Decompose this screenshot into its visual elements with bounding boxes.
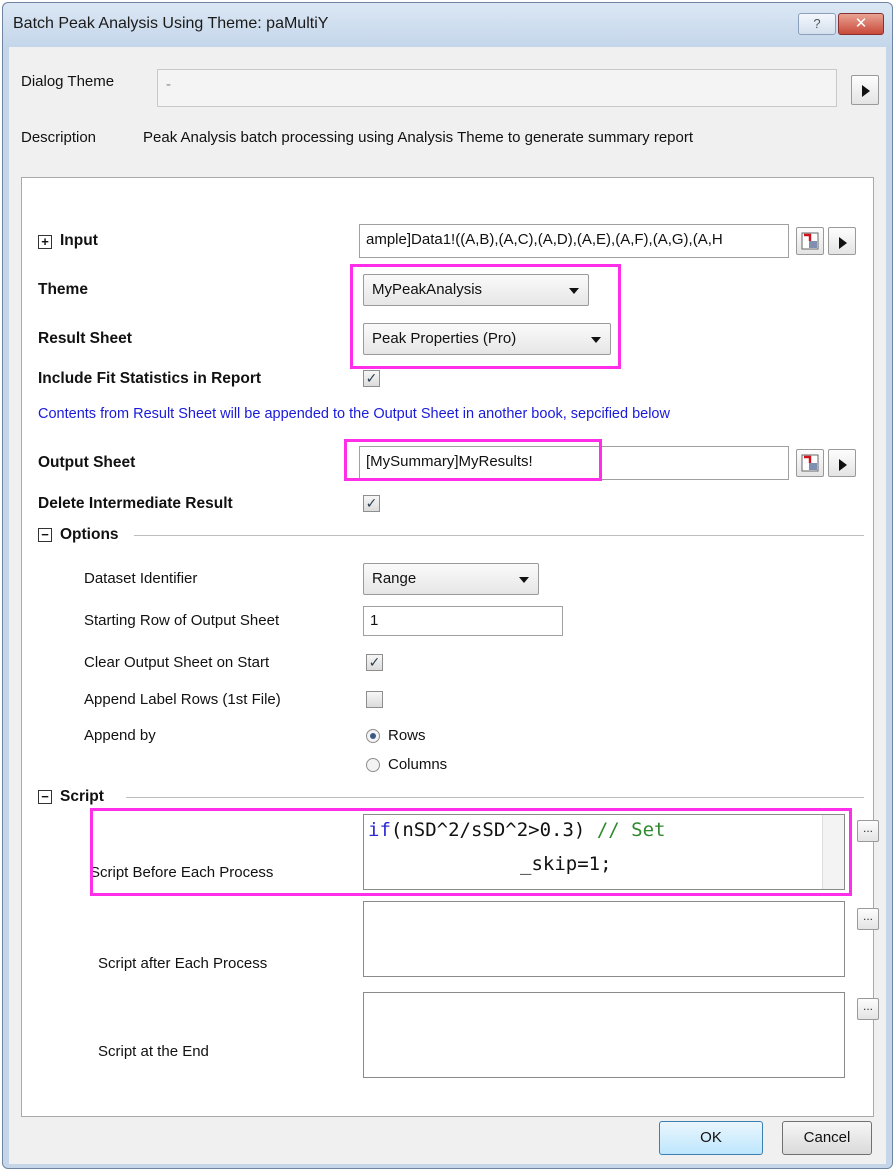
description-label: Description xyxy=(21,129,97,146)
append-by-rows-radio[interactable] xyxy=(366,729,380,743)
delete-intermediate-label: Delete Intermediate Result xyxy=(38,495,233,512)
clear-output-label: Clear Output Sheet on Start xyxy=(84,654,270,671)
input-value: ample]Data1!((A,B),(A,C),(A,D),(A,E),(A,… xyxy=(366,231,723,248)
dialog-theme-label: Dialog Theme xyxy=(21,73,115,90)
script-group-label: Script xyxy=(60,788,104,805)
script-before-ellipsis-button[interactable]: ... xyxy=(857,820,879,842)
starting-row-field[interactable]: 1 xyxy=(363,606,563,636)
script-end-label: Script at the End xyxy=(98,1043,209,1060)
starting-row-label: Starting Row of Output Sheet xyxy=(84,612,280,629)
delete-intermediate-checkbox[interactable]: ✓ xyxy=(363,495,380,512)
close-button[interactable]: ✕ xyxy=(838,13,884,35)
output-sheet-menu-button[interactable] xyxy=(828,449,856,477)
append-by-columns-label: Columns xyxy=(388,756,448,773)
select-range-icon xyxy=(801,232,819,250)
include-fit-stats-checkbox[interactable]: ✓ xyxy=(363,370,380,387)
output-note-text: Contents from Result Sheet will be appen… xyxy=(38,406,670,422)
ok-button[interactable]: OK xyxy=(659,1121,763,1155)
input-field[interactable]: ample]Data1!((A,B),(A,C),(A,D),(A,E),(A,… xyxy=(359,224,789,258)
script-highlight-box xyxy=(90,808,852,896)
description-text: Peak Analysis batch processing using Ana… xyxy=(143,129,694,146)
append-label-rows-checkbox[interactable] xyxy=(366,691,383,708)
script-after-editor[interactable] xyxy=(363,901,845,977)
theme-highlight-box xyxy=(350,264,621,369)
dialog-theme-field[interactable]: - xyxy=(157,69,837,107)
include-fit-stats-label: Include Fit Statistics in Report xyxy=(38,370,262,387)
input-menu-button[interactable] xyxy=(828,227,856,255)
script-collapse-icon[interactable]: − xyxy=(38,790,52,804)
append-by-label: Append by xyxy=(84,727,156,744)
script-end-ellipsis-button[interactable]: ... xyxy=(857,998,879,1020)
script-after-label: Script after Each Process xyxy=(98,955,268,972)
append-label-rows-label: Append Label Rows (1st File) xyxy=(84,691,281,708)
theme-label: Theme xyxy=(38,281,88,298)
append-by-rows-label: Rows xyxy=(388,727,426,744)
dialog-client: Dialog Theme - Description Peak Analysis… xyxy=(9,47,886,1164)
window-title: Batch Peak Analysis Using Theme: paMulti… xyxy=(13,15,329,32)
output-sheet-select-button[interactable] xyxy=(796,449,824,477)
options-collapse-icon[interactable]: − xyxy=(38,528,52,542)
result-sheet-label: Result Sheet xyxy=(38,330,132,347)
options-divider xyxy=(134,535,864,536)
output-sheet-label: Output Sheet xyxy=(38,454,136,471)
options-group-label: Options xyxy=(60,526,119,543)
append-by-columns-radio[interactable] xyxy=(366,758,380,772)
cancel-button[interactable]: Cancel xyxy=(782,1121,872,1155)
help-button[interactable]: ? xyxy=(798,13,836,35)
settings-panel: + Input ample]Data1!((A,B),(A,C),(A,D),(… xyxy=(21,177,879,1117)
input-label: Input xyxy=(60,232,98,249)
starting-row-value: 1 xyxy=(370,612,379,629)
input-expand-icon[interactable]: + xyxy=(38,235,52,249)
title-bar: Batch Peak Analysis Using Theme: paMulti… xyxy=(3,3,892,47)
clear-output-checkbox[interactable]: ✓ xyxy=(366,654,383,671)
input-select-sheet-button[interactable] xyxy=(796,227,824,255)
output-sheet-highlight-box xyxy=(344,439,602,481)
script-after-ellipsis-button[interactable]: ... xyxy=(857,908,879,930)
dialog-theme-value: - xyxy=(166,76,171,93)
dialog-window: Batch Peak Analysis Using Theme: paMulti… xyxy=(2,2,893,1169)
script-end-editor[interactable] xyxy=(363,992,845,1078)
dataset-identifier-dropdown[interactable]: Range xyxy=(363,563,539,595)
dataset-identifier-selected: Range xyxy=(372,570,417,587)
dataset-identifier-label: Dataset Identifier xyxy=(84,570,198,587)
script-divider xyxy=(126,797,864,798)
dialog-theme-menu-button[interactable] xyxy=(851,75,879,105)
select-range-icon xyxy=(801,454,819,472)
